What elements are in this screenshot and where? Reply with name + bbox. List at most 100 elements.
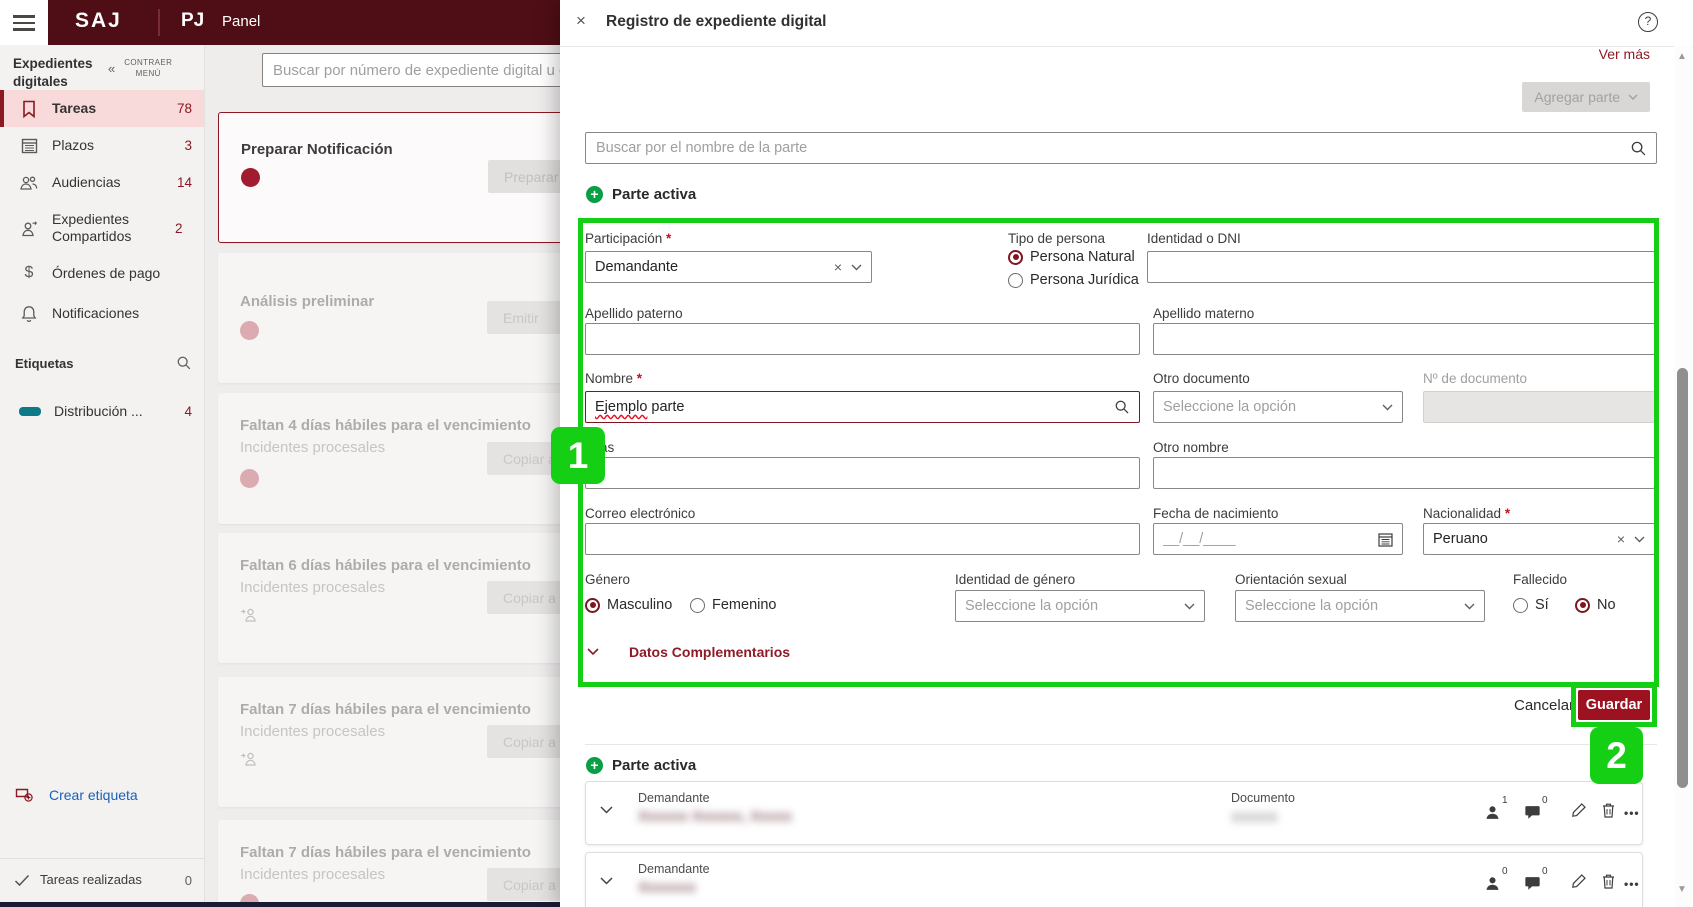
agregar-parte-button[interactable]: Agregar parte bbox=[1522, 82, 1650, 112]
fecha-nacimiento-input[interactable]: __/__/____ bbox=[1153, 523, 1403, 555]
apellido-materno-input[interactable] bbox=[1153, 323, 1655, 355]
participacion-select[interactable]: Demandante × bbox=[585, 251, 872, 283]
otro-nombre-input[interactable] bbox=[1153, 457, 1655, 489]
chevron-down-icon bbox=[1184, 603, 1195, 609]
nombre-input[interactable]: Ejemplo parte bbox=[585, 391, 1140, 423]
more-options-icon[interactable]: ••• bbox=[1624, 806, 1640, 820]
otro-documento-select[interactable]: Seleccione la opción bbox=[1153, 391, 1403, 423]
apellido-paterno-label: Apellido paterno bbox=[585, 306, 683, 321]
module-label: PJ bbox=[181, 10, 205, 31]
help-icon[interactable]: ? bbox=[1638, 12, 1658, 32]
count-badge: 0 bbox=[184, 873, 192, 888]
cancel-button[interactable]: Cancelar bbox=[1508, 690, 1574, 720]
sidebar-tag-distribucion[interactable]: Distribución ... 4 bbox=[0, 393, 204, 430]
participacion-label: Participación bbox=[585, 231, 671, 246]
sidebar: Expedientes digitales « CONTRAER MENÚ Ta… bbox=[0, 45, 205, 907]
screen: SAJ PJ Panel Expedientes digitales « CON… bbox=[0, 0, 1693, 907]
radio-selected-icon bbox=[1008, 249, 1023, 265]
scrollbar-thumb[interactable] bbox=[1677, 368, 1688, 788]
annotation-step-1: 1 bbox=[551, 427, 605, 484]
chevron-down-icon bbox=[851, 264, 862, 270]
plus-circle-icon: + bbox=[586, 186, 603, 203]
redacted-documento-value: XXXXX bbox=[1231, 809, 1278, 825]
chevron-down-icon[interactable] bbox=[600, 806, 613, 814]
sidebar-item-tareas[interactable]: Tareas 78 bbox=[0, 90, 204, 127]
sidebar-title: Expedientes digitales bbox=[13, 56, 93, 89]
delete-trash-icon[interactable] bbox=[1601, 802, 1616, 819]
nombre-label: Nombre bbox=[585, 371, 642, 386]
orientacion-sexual-label: Orientación sexual bbox=[1235, 572, 1347, 587]
search-icon[interactable] bbox=[176, 355, 192, 371]
otro-nombre-label: Otro nombre bbox=[1153, 440, 1229, 455]
identidad-genero-select[interactable]: Seleccione la opción bbox=[955, 590, 1205, 622]
person-count-icon[interactable]: 0 bbox=[1484, 866, 1508, 892]
fallecido-label: Fallecido bbox=[1513, 572, 1568, 587]
delete-trash-icon[interactable] bbox=[1601, 873, 1616, 890]
sidebar-item-ordenes-de-pago[interactable]: $ Órdenes de pago bbox=[0, 251, 204, 295]
sidebar-item-expedientes-compartidos[interactable]: Expedientes Compartidos 2 bbox=[0, 205, 204, 251]
radio-icon bbox=[1008, 272, 1023, 288]
party-row[interactable]: Demandante Xxxxxx Xxxxxx, Xxxxx Document… bbox=[585, 781, 1643, 845]
more-options-icon[interactable]: ••• bbox=[1624, 877, 1640, 891]
chevron-down-icon bbox=[587, 648, 599, 656]
sidebar-item-audiencias[interactable]: Audiencias 14 bbox=[0, 164, 204, 201]
sidebar-item-plazos[interactable]: Plazos 3 bbox=[0, 127, 204, 164]
topbar-divider bbox=[158, 9, 160, 36]
orientacion-sexual-select[interactable]: Seleccione la opción bbox=[1235, 590, 1485, 622]
count-badge: 4 bbox=[184, 404, 192, 419]
clear-icon[interactable]: × bbox=[1615, 531, 1627, 547]
clear-icon[interactable]: × bbox=[832, 259, 844, 275]
dni-label: Identidad o DNI bbox=[1147, 231, 1241, 246]
datos-complementarios-toggle[interactable]: Datos Complementarios bbox=[587, 644, 790, 660]
identidad-genero-label: Identidad de género bbox=[955, 572, 1076, 587]
radio-icon bbox=[690, 597, 705, 613]
close-icon[interactable]: × bbox=[576, 11, 586, 31]
otro-documento-label: Otro documento bbox=[1153, 371, 1250, 386]
calendar-icon[interactable] bbox=[1378, 532, 1393, 547]
redacted-party-name: Xxxxxx Xxxxxx, Xxxxx bbox=[638, 809, 792, 825]
parte-activa-list-header: + Parte activa bbox=[586, 757, 696, 774]
comments-count-icon[interactable]: 0 bbox=[1524, 866, 1548, 892]
radio-persona-juridica[interactable]: Persona Jurídica bbox=[1008, 272, 1139, 288]
save-button[interactable]: Guardar bbox=[1578, 690, 1650, 720]
ver-mas-link[interactable]: Ver más bbox=[1599, 46, 1650, 62]
section-label: Panel bbox=[222, 13, 261, 30]
count-badge: 14 bbox=[176, 175, 192, 190]
person-count-icon[interactable]: 1 bbox=[1484, 795, 1508, 821]
nacionalidad-label: Nacionalidad bbox=[1423, 506, 1510, 521]
radio-femenino[interactable]: Femenino bbox=[690, 597, 776, 613]
status-dot bbox=[241, 168, 260, 187]
count-badge: 78 bbox=[176, 101, 192, 116]
chevron-down-icon[interactable] bbox=[600, 877, 613, 885]
registro-expediente-modal: × Registro de expediente digital ? Ver m… bbox=[560, 0, 1693, 907]
people-icon bbox=[19, 173, 39, 193]
modal-scrollbar[interactable]: ▲ ▼ bbox=[1674, 46, 1692, 907]
radio-fallecido-no[interactable]: No bbox=[1575, 597, 1616, 613]
radio-selected-icon bbox=[585, 597, 600, 613]
party-search-input[interactable] bbox=[586, 133, 1656, 163]
radio-masculino[interactable]: Masculino bbox=[585, 597, 672, 613]
comments-count-icon[interactable]: 0 bbox=[1524, 795, 1548, 821]
edit-pencil-icon[interactable] bbox=[1571, 873, 1587, 889]
apellido-paterno-input[interactable] bbox=[585, 323, 1140, 355]
create-tag-button[interactable]: Crear etiqueta bbox=[15, 787, 138, 803]
scroll-up-icon[interactable]: ▲ bbox=[1677, 51, 1687, 62]
radio-fallecido-si[interactable]: Sí bbox=[1513, 597, 1549, 613]
radio-persona-natural[interactable]: Persona Natural bbox=[1008, 249, 1135, 265]
edit-pencil-icon[interactable] bbox=[1571, 802, 1587, 818]
scroll-down-icon[interactable]: ▼ bbox=[1677, 884, 1687, 895]
collapse-menu-button[interactable]: « CONTRAER MENÚ bbox=[108, 57, 176, 79]
divider bbox=[585, 744, 1657, 745]
status-dot bbox=[240, 321, 259, 340]
genero-label: Género bbox=[585, 572, 631, 587]
radio-selected-icon bbox=[1575, 597, 1590, 613]
hamburger-menu-icon[interactable] bbox=[0, 0, 48, 45]
bookmark-icon bbox=[19, 99, 39, 119]
correo-input[interactable] bbox=[585, 523, 1140, 555]
party-row[interactable]: Demandante Xxxxxxx 0 0 ••• bbox=[585, 852, 1643, 907]
dni-input[interactable] bbox=[1147, 251, 1655, 283]
nacionalidad-select[interactable]: Peruano × bbox=[1423, 523, 1655, 555]
tareas-realizadas-footer[interactable]: Tareas realizadas 0 bbox=[0, 858, 204, 902]
alias-input[interactable] bbox=[585, 457, 1140, 489]
sidebar-item-notificaciones[interactable]: Notificaciones bbox=[0, 295, 204, 332]
